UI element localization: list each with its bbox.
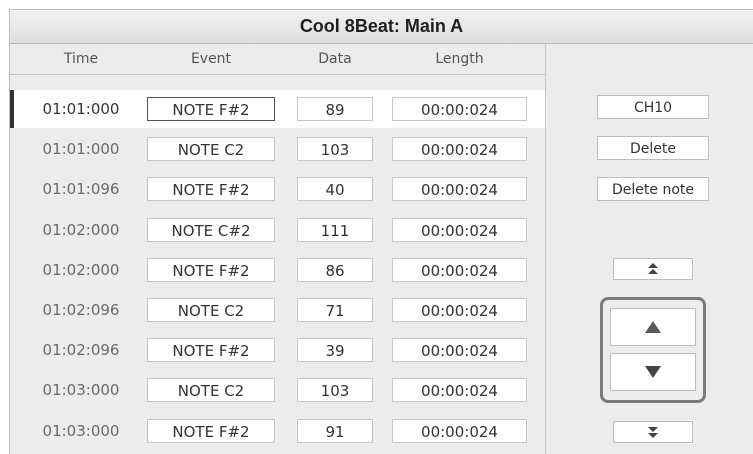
cell-event[interactable]: NOTE C2 (147, 378, 275, 402)
cell-data[interactable]: 86 (297, 258, 373, 282)
cell-length[interactable]: 00:00:024 (392, 419, 527, 443)
table-row[interactable]: 01:03:000 NOTE C2 103 00:00:024 (10, 371, 545, 409)
event-list-window: Cool 8Beat: Main A Time Event Data Lengt… (9, 9, 753, 454)
cell-length[interactable]: 00:00:024 (392, 338, 527, 362)
double-chevron-up-icon (648, 263, 658, 274)
delete-button[interactable]: Delete (597, 136, 709, 160)
page-down-button[interactable] (613, 421, 693, 443)
column-header-length: Length (435, 51, 484, 67)
cell-length[interactable]: 00:00:024 (392, 137, 527, 161)
cell-data[interactable]: 71 (297, 298, 373, 322)
cell-length[interactable]: 00:00:024 (392, 298, 527, 322)
column-header-data: Data (318, 51, 352, 67)
column-header-event: Event (190, 51, 232, 67)
cell-event[interactable]: NOTE F#2 (147, 177, 275, 201)
cell-event[interactable]: NOTE C2 (147, 298, 275, 322)
cell-length[interactable]: 00:00:024 (392, 177, 527, 201)
cell-data[interactable]: 111 (297, 218, 373, 242)
cell-data[interactable]: 103 (297, 378, 373, 402)
cell-data[interactable]: 91 (297, 419, 373, 443)
cell-time: 01:03:000 (42, 422, 120, 440)
table-row[interactable]: 01:01:000 NOTE F#2 89 00:00:024 (10, 90, 545, 128)
cell-data[interactable]: 103 (297, 137, 373, 161)
triangle-down-icon (645, 366, 661, 378)
cell-event[interactable]: NOTE F#2 (147, 338, 275, 362)
cell-time: 01:02:096 (42, 341, 120, 359)
panel-divider (545, 44, 546, 454)
cell-time: 01:01:000 (42, 100, 120, 118)
scroll-up-button[interactable] (610, 308, 696, 346)
table-row[interactable]: 01:02:096 NOTE F#2 39 00:00:024 (10, 331, 545, 369)
cell-time: 01:02:000 (42, 261, 120, 279)
cell-event[interactable]: NOTE C#2 (147, 218, 275, 242)
table-row[interactable]: 01:01:096 NOTE F#2 40 00:00:024 (10, 170, 545, 208)
cell-data[interactable]: 89 (297, 97, 373, 121)
scroll-arrow-group (600, 297, 706, 403)
column-header-time: Time (63, 51, 99, 67)
cell-length[interactable]: 00:00:024 (392, 378, 527, 402)
cell-data[interactable]: 40 (297, 177, 373, 201)
cell-data[interactable]: 39 (297, 338, 373, 362)
table-row[interactable]: 01:03:000 NOTE F#2 91 00:00:024 (10, 412, 545, 450)
cell-event[interactable]: NOTE C2 (147, 137, 275, 161)
column-headers: Time Event Data Length (10, 44, 545, 75)
cell-length[interactable]: 00:00:024 (392, 258, 527, 282)
table-row[interactable]: 01:02:000 NOTE F#2 86 00:00:024 (10, 251, 545, 289)
selection-marker (10, 90, 14, 128)
cell-event[interactable]: NOTE F#2 (147, 419, 275, 443)
cell-length[interactable]: 00:00:024 (392, 97, 527, 121)
cell-event[interactable]: NOTE F#2 (147, 258, 275, 282)
channel-button[interactable]: CH10 (597, 95, 709, 119)
scroll-down-button[interactable] (610, 353, 696, 391)
cell-time: 01:03:000 (42, 381, 120, 399)
cell-time: 01:01:000 (42, 140, 120, 158)
table-row[interactable]: 01:01:000 NOTE C2 103 00:00:024 (10, 130, 545, 168)
cell-length[interactable]: 00:00:024 (392, 218, 527, 242)
triangle-up-icon (645, 321, 661, 333)
window-title: Cool 8Beat: Main A (10, 10, 753, 44)
double-chevron-down-icon (648, 427, 658, 438)
cell-time: 01:02:000 (42, 221, 120, 239)
cell-event[interactable]: NOTE F#2 (147, 97, 275, 121)
page-up-button[interactable] (613, 258, 693, 280)
table-row[interactable]: 01:02:096 NOTE C2 71 00:00:024 (10, 291, 545, 329)
cell-time: 01:01:096 (42, 180, 120, 198)
cell-time: 01:02:096 (42, 301, 120, 319)
delete-note-button[interactable]: Delete note (597, 177, 709, 201)
table-row[interactable]: 01:02:000 NOTE C#2 111 00:00:024 (10, 211, 545, 249)
